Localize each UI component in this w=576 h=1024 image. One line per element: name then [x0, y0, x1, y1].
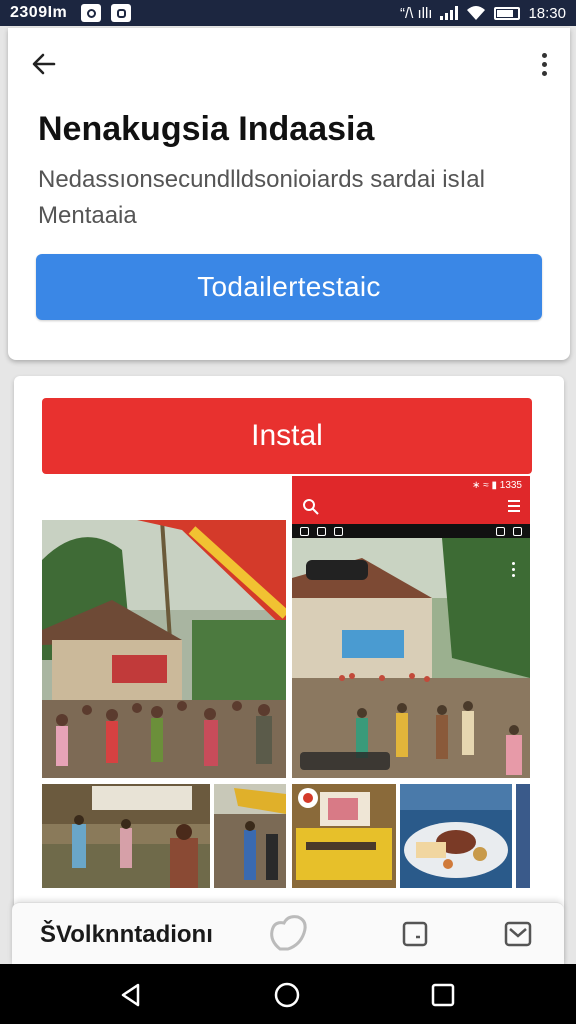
arrow-left-icon	[32, 53, 56, 75]
thumb-market[interactable]	[214, 784, 286, 888]
thumb-poster[interactable]	[292, 784, 396, 888]
photo-village-banner[interactable]	[42, 520, 286, 778]
status-right-text: “/\ ıllı	[399, 4, 433, 22]
battery-icon	[494, 6, 521, 20]
screenshot-status: ∗ ≈ ▮ 1335	[472, 480, 522, 491]
status-bar: 2309Im “/\ ıllı 18:30	[0, 0, 576, 26]
app-subtitle: Nedassıonsecundlldsonioiards sardai isIa…	[38, 166, 485, 229]
home-circle-icon	[274, 982, 300, 1008]
thumb-edge[interactable]	[516, 784, 530, 888]
install-button[interactable]: Instal	[42, 398, 532, 474]
back-triangle-icon	[121, 983, 140, 1007]
more-options-button[interactable]	[534, 50, 554, 78]
notification-icon	[81, 4, 102, 22]
bottom-tab-bar: ŠVolknntadionı	[12, 902, 564, 964]
photo-chip	[306, 560, 368, 580]
note-icon[interactable]	[402, 921, 428, 947]
signal-icon	[440, 6, 459, 20]
back-button[interactable]	[28, 48, 60, 80]
recents-square-icon	[431, 983, 455, 1007]
nav-recents-button[interactable]	[428, 980, 458, 1010]
wifi-icon	[467, 6, 486, 20]
nav-back-button[interactable]	[116, 980, 146, 1010]
app-title: Nenakugsia Indaasia	[38, 110, 375, 148]
notification-icon	[111, 4, 132, 22]
search-icon[interactable]	[302, 498, 320, 516]
app-header-card: Nenakugsia Indaasia Nedassıonsecundlldso…	[8, 28, 570, 360]
status-time: 18:30	[528, 4, 566, 22]
screenshot-app-header: ∗ ≈ ▮ 1335	[292, 476, 530, 524]
photo-more-icon[interactable]	[512, 562, 515, 577]
thumb-food-plate[interactable]	[400, 784, 512, 888]
heart-icon[interactable]	[268, 913, 310, 953]
status-left-text: 2309Im	[10, 4, 68, 21]
thumb-gathering[interactable]	[42, 784, 210, 888]
mail-icon[interactable]	[504, 921, 532, 947]
nav-home-button[interactable]	[272, 980, 302, 1010]
menu-icon[interactable]	[508, 500, 520, 512]
primary-action-button[interactable]: Todailertestaic	[36, 254, 542, 320]
system-nav-bar	[0, 964, 576, 1024]
photo-caption-tag	[300, 752, 390, 770]
tab-label[interactable]: ŠVolknntadionı	[40, 921, 213, 949]
screenshot-toolbar	[292, 524, 530, 538]
